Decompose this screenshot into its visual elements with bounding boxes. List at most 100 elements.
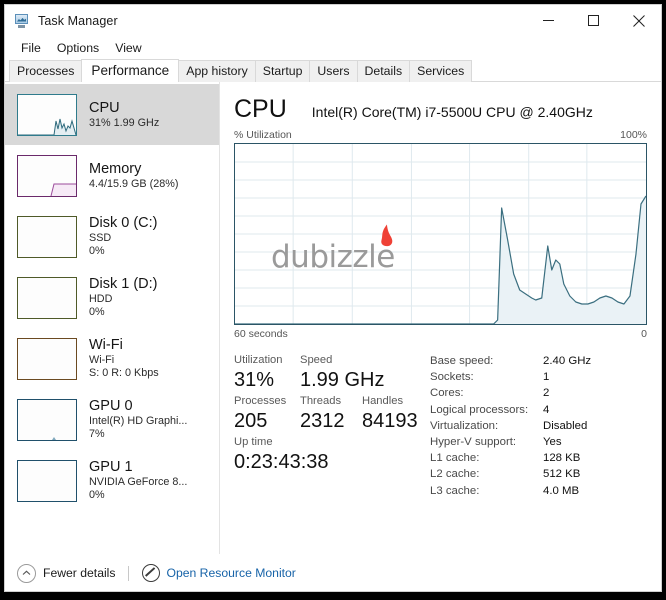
sidebar-item-memory[interactable]: Memory 4.4/15.9 GB (28%) (5, 145, 219, 206)
stat-value: 1.99 GHz (300, 369, 385, 391)
stat-label: Up time (234, 436, 273, 448)
cpu-header: CPU Intel(R) Core(TM) i7-5500U CPU @ 2.4… (234, 94, 647, 124)
time-left-label: 60 seconds (234, 328, 288, 340)
chevron-up-icon (17, 563, 36, 583)
resource-monitor-label: Open Resource Monitor (166, 566, 296, 580)
stats-row-uptime: Up time 0:23:43:38 (234, 434, 430, 475)
spec-key: L3 cache: (430, 484, 480, 497)
stat-processes: Processes 205 (234, 393, 300, 434)
tab-performance[interactable]: Performance (81, 59, 180, 82)
sidebar-item-wifi[interactable]: Wi-Fi Wi-Fi S: 0 R: 0 Kbps (5, 328, 219, 389)
spec-row: Virtualization: Disabled (430, 418, 647, 434)
spec-value: Disabled (543, 419, 588, 432)
sidebar-item-label: Disk 1 (D:) (89, 276, 158, 292)
wifi-thumbnail (17, 337, 77, 380)
graph-time-axis: 60 seconds 0 (234, 328, 647, 340)
spec-key: Sockets: (430, 371, 474, 384)
sidebar-item-label: Disk 0 (C:) (89, 215, 158, 231)
window-controls (526, 5, 661, 36)
stat-handles: Handles 84193 (362, 393, 428, 434)
menu-options[interactable]: Options (49, 39, 107, 57)
spec-row: L2 cache: 512 KB (430, 466, 647, 482)
disk0-thumbnail (17, 215, 77, 258)
cpu-specs-list: Base speed: 2.40 GHz Sockets: 1 Cores: 2… (430, 352, 647, 499)
spec-key: Hyper-V support: (430, 436, 517, 449)
memory-thumbnail (17, 154, 77, 197)
spec-row: Logical processors: 4 (430, 402, 647, 418)
stat-speed: Speed 1.99 GHz (300, 352, 384, 393)
maximize-button[interactable] (571, 5, 616, 36)
spec-key: L2 cache: (430, 468, 480, 481)
tab-strip: Processes Performance App history Startu… (5, 59, 661, 82)
sidebar-item-sub1: 4.4/15.9 GB (28%) (89, 177, 179, 190)
content-area: CPU 31% 1.99 GHz Memory 4.4/15.9 GB (28%… (5, 82, 661, 554)
sidebar-item-sub1: Intel(R) HD Graphi... (89, 415, 188, 427)
stat-value: 31% (234, 369, 275, 391)
spec-row: Cores: 2 (430, 385, 647, 401)
gpu1-thumbnail (17, 459, 77, 502)
minimize-button[interactable] (526, 5, 571, 36)
sidebar-item-cpu[interactable]: CPU 31% 1.99 GHz (5, 84, 219, 145)
cpu-model-name: Intel(R) Core(TM) i7-5500U CPU @ 2.40GHz (311, 104, 593, 120)
window-title: Task Manager (38, 13, 118, 28)
spec-key: Virtualization: (430, 419, 499, 432)
fewer-details-button[interactable]: Fewer details (17, 563, 116, 583)
tab-users[interactable]: Users (309, 60, 358, 82)
sidebar-item-gpu0[interactable]: GPU 0 Intel(R) HD Graphi... 7% (5, 389, 219, 450)
cpu-thumbnail (17, 93, 77, 136)
spec-row: Sockets: 1 (430, 369, 647, 385)
time-right-label: 0 (641, 328, 647, 340)
footer-bar: Fewer details Open Resource Monitor (5, 554, 661, 591)
sidebar-item-sub2: 0% (89, 306, 105, 318)
spec-row: Hyper-V support: Yes (430, 434, 647, 450)
sidebar-item-disk1[interactable]: Disk 1 (D:) HDD 0% (5, 267, 219, 328)
stat-value: 84193 (362, 410, 418, 432)
spec-row: L1 cache: 128 KB (430, 450, 647, 466)
stat-value: 205 (234, 410, 268, 432)
disk1-thumbnail (17, 276, 77, 319)
tab-app-history[interactable]: App history (178, 60, 256, 82)
sidebar-item-sub1: Wi-Fi (89, 354, 115, 366)
tab-startup[interactable]: Startup (254, 60, 311, 82)
stat-threads: Threads 2312 (300, 393, 362, 434)
cpu-stats-left: Utilization 31% Speed 1.99 GHz Processes… (234, 352, 430, 499)
tab-services[interactable]: Services (409, 60, 473, 82)
cpu-usage-area (235, 196, 646, 324)
close-button[interactable] (616, 5, 661, 36)
stat-label: Processes (234, 395, 287, 407)
spec-row: Base speed: 2.40 GHz (430, 353, 647, 369)
spec-key: L1 cache: (430, 452, 480, 465)
open-resource-monitor-link[interactable]: Open Resource Monitor (142, 564, 296, 582)
gpu0-thumbnail (17, 398, 77, 441)
sidebar-item-sub1: SSD (89, 232, 112, 244)
stat-uptime: Up time 0:23:43:38 (234, 434, 329, 475)
menu-file[interactable]: File (13, 39, 49, 57)
graph-axis-labels: % Utilization 100% (234, 129, 647, 141)
sidebar-item-sub2: 7% (89, 428, 105, 440)
stat-value: 0:23:43:38 (234, 451, 329, 473)
spec-value: 128 KB (543, 452, 581, 465)
sidebar-item-sub2: 0% (89, 245, 105, 257)
cpu-detail-panel: CPU Intel(R) Core(TM) i7-5500U CPU @ 2.4… (220, 82, 661, 554)
utilization-max-label: 100% (620, 129, 647, 141)
task-manager-window: Task Manager File Options View Processes… (4, 4, 662, 592)
sidebar-item-gpu1[interactable]: GPU 1 NVIDIA GeForce 8... 0% (5, 450, 219, 511)
cpu-utilization-graph: dubizzle (234, 143, 647, 325)
tab-details[interactable]: Details (356, 60, 411, 82)
cpu-stats: Utilization 31% Speed 1.99 GHz Processes… (234, 352, 647, 499)
stat-label: Utilization (234, 354, 283, 366)
sidebar-item-sub1: 31% 1.99 GHz (89, 116, 160, 129)
fewer-details-label: Fewer details (43, 566, 116, 580)
sidebar-item-label: GPU 0 (89, 398, 133, 414)
tab-processes[interactable]: Processes (9, 60, 83, 82)
spec-key: Base speed: (430, 355, 494, 367)
resource-monitor-icon (142, 564, 161, 582)
stat-label: Speed (300, 354, 333, 366)
sidebar-item-label: Memory (89, 160, 142, 177)
spec-value: 1 (543, 371, 550, 384)
spec-value: Yes (543, 436, 562, 449)
title-bar: Task Manager (5, 5, 661, 36)
sidebar-item-disk0[interactable]: Disk 0 (C:) SSD 0% (5, 206, 219, 267)
menu-view[interactable]: View (107, 39, 149, 57)
sidebar-item-label: GPU 1 (89, 459, 133, 475)
